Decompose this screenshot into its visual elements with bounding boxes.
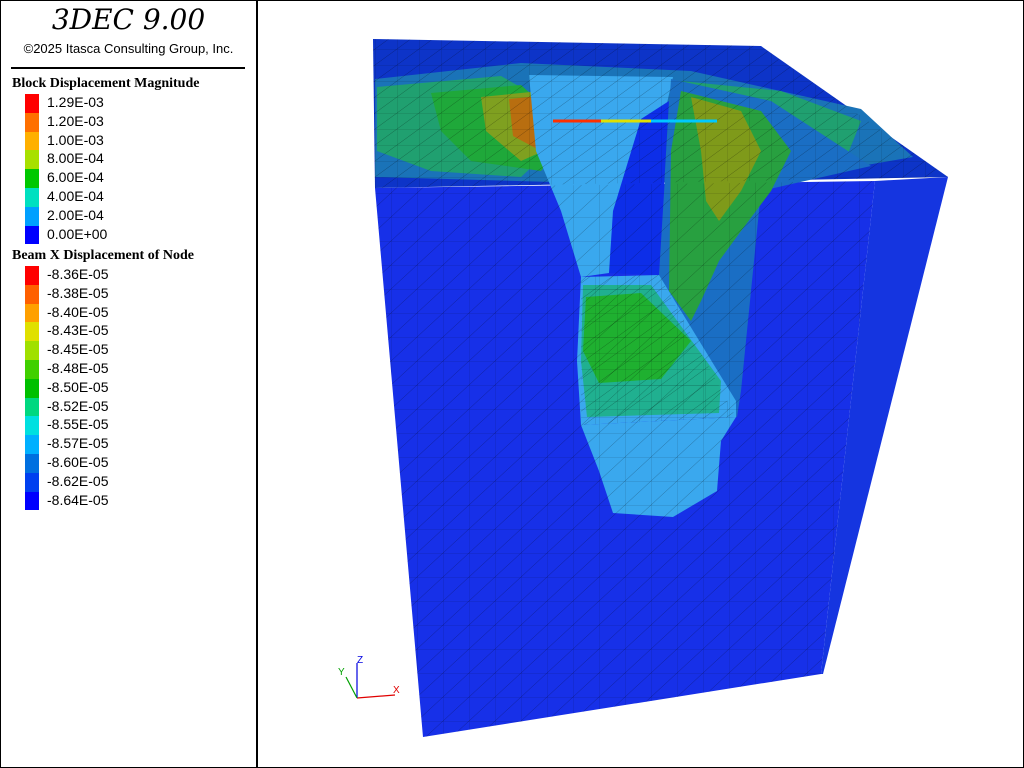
legend-tick-label: -8.50E-05 [47,378,109,395]
legend-tick-label: -8.48E-05 [47,360,109,376]
legend-tick-label: -8.38E-05 [47,284,109,301]
legend-tick-label: -8.43E-05 [47,322,109,339]
front-mesh-overlay [375,181,875,737]
legend-swatch [25,169,39,188]
legend-swatch [25,112,39,132]
axis-x-label: X [393,685,400,696]
legend-swatch [25,150,39,170]
axis-z-label: Z [357,655,363,666]
legend-tick-label: 6.00E-04 [47,169,104,186]
legend-swatch [25,206,39,226]
legend-tick-label: 4.00E-04 [47,188,104,204]
application-frame: 3DEC 9.00 ©2025 Itasca Consulting Group,… [0,0,1024,768]
legend-tick-label: -8.40E-05 [47,303,109,320]
legend-panel: 3DEC 9.00 ©2025 Itasca Consulting Group,… [1,1,258,767]
legend-swatch [25,225,39,245]
block-color-scale [25,94,39,245]
legend-swatch [25,453,39,473]
legend-swatch [25,378,39,398]
legend-tick-label: 1.20E-03 [47,112,104,129]
copyright-text: ©2025 Itasca Consulting Group, Inc. [23,41,234,56]
legend-swatch [25,416,39,436]
legend-swatch [25,266,39,285]
app-title: 3DEC 9.00 [51,3,206,36]
legend-tick-label: -8.55E-05 [47,416,109,433]
beam-color-scale [25,266,39,511]
legend-swatch [25,284,39,304]
legend-swatch [25,397,39,417]
legend-swatch [25,187,39,207]
legend-swatch [25,303,39,323]
legend-tick-label: -8.57E-05 [47,435,109,452]
beam-legend-title: Beam X Displacement of Node [12,248,194,263]
legend-tick-label: 1.29E-03 [47,94,104,110]
model-render[interactable]: X Z Y [259,2,1023,767]
axes-triad: X Z Y [338,655,400,699]
legend-swatch [25,94,39,113]
model-viewport[interactable]: X Z Y [259,2,1023,767]
legend-swatch [25,491,39,511]
title-divider [11,67,245,69]
block-legend-title: Block Displacement Magnitude [12,76,200,91]
legend-tick-label: -8.64E-05 [47,491,109,508]
legend-tick-label: -8.36E-05 [47,266,109,282]
legend-swatch [25,341,39,360]
legend-swatch [25,435,39,454]
axis-y-label: Y [338,667,345,678]
legend-tick-label: -8.52E-05 [47,397,109,414]
legend-tick-label: 8.00E-04 [47,150,104,167]
legend-tick-label: -8.62E-05 [47,472,109,489]
legend-tick-label: 0.00E+00 [47,225,108,242]
legend-tick-label: 1.00E-03 [47,131,104,148]
legend-tick-label: -8.45E-05 [47,341,109,358]
legend-swatch [25,131,39,151]
legend-swatch [25,359,39,379]
legend-tick-label: -8.60E-05 [47,454,109,470]
legend-swatch [25,322,39,342]
legend-tick-label: 2.00E-04 [47,206,104,223]
legend-swatch [25,472,39,492]
